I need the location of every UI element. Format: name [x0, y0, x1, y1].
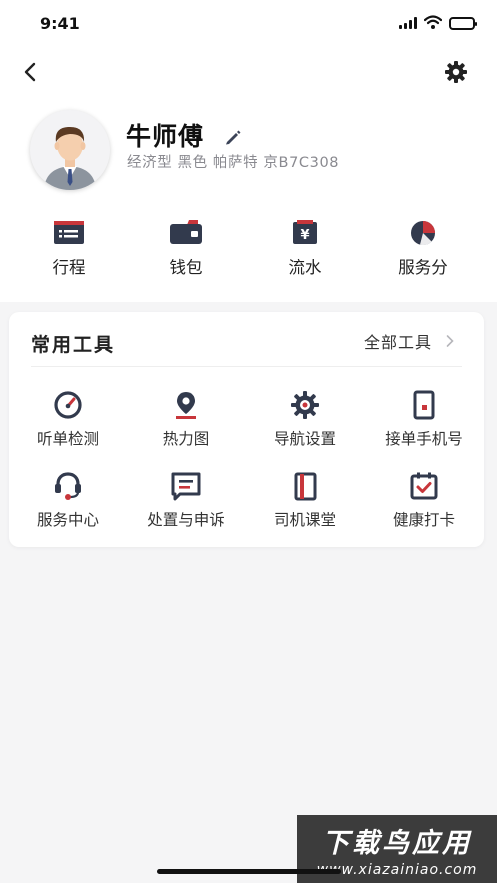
service-score-icon	[406, 218, 440, 246]
quick-action-label: 服务分	[398, 258, 448, 277]
status-time: 9:41	[40, 14, 80, 33]
back-button[interactable]	[14, 56, 46, 88]
tool-label: 处置与申诉	[147, 511, 225, 529]
income-icon: ¥	[288, 218, 322, 246]
quick-action-label: 行程	[52, 258, 86, 277]
book-icon	[289, 470, 321, 502]
tool-driver-class[interactable]: 司机课堂	[246, 470, 364, 530]
pencil-icon	[226, 130, 241, 145]
svg-text:¥: ¥	[300, 228, 309, 243]
tool-label: 健康打卡	[392, 511, 455, 529]
tools-title: 常用工具	[31, 334, 116, 356]
tool-label: 听单检测	[36, 430, 99, 448]
quick-action-wallet[interactable]: 钱包	[141, 218, 231, 282]
tool-listen-check[interactable]: 听单检测	[9, 389, 127, 449]
quick-action-label: 钱包	[169, 258, 203, 277]
tool-label: 服务中心	[36, 511, 99, 529]
tool-health-checkin[interactable]: 健康打卡	[365, 470, 483, 530]
battery-icon	[449, 16, 477, 30]
all-tools-label: 全部工具	[363, 333, 432, 352]
tool-label: 司机课堂	[273, 511, 336, 529]
gear-icon	[445, 61, 467, 83]
tool-service-center[interactable]: 服务中心	[9, 470, 127, 530]
location-pin-icon	[170, 389, 202, 421]
car-info: 经济型 黑色 帕萨特 京B7C308	[127, 155, 340, 171]
tool-disposal-appeal[interactable]: 处置与申诉	[127, 470, 245, 530]
settings-button[interactable]	[440, 56, 472, 88]
nav-gear-icon	[289, 389, 321, 421]
chevron-right-icon	[446, 335, 454, 347]
gauge-icon	[52, 389, 84, 421]
quick-action-label: 流水	[288, 258, 322, 277]
message-icon	[170, 470, 202, 502]
calendar-check-icon	[408, 470, 440, 502]
wallet-icon	[169, 218, 203, 246]
tool-heatmap[interactable]: 热力图	[127, 389, 245, 449]
tools-card: 常用工具 全部工具 听单检测 热力图 导航设置 接单手机号 服务中心 处置与申诉…	[9, 312, 484, 547]
status-icons	[399, 14, 477, 33]
signal-icon	[399, 17, 417, 29]
home-indicator[interactable]	[157, 869, 341, 874]
edit-name-button[interactable]	[224, 128, 242, 146]
tool-order-phone[interactable]: 接单手机号	[365, 389, 483, 449]
phone-icon	[408, 389, 440, 421]
chevron-left-icon	[24, 62, 36, 82]
status-bar: 9:41	[0, 0, 497, 46]
driver-avatar-icon	[44, 126, 96, 190]
quick-action-trips[interactable]: 行程	[24, 218, 114, 282]
quick-actions: 行程 钱包 ¥ 流水 服务分	[0, 218, 497, 282]
all-tools-link[interactable]: 全部工具	[364, 329, 454, 353]
wifi-icon	[423, 14, 443, 33]
tool-nav-settings[interactable]: 导航设置	[246, 389, 364, 449]
tool-label: 热力图	[162, 430, 210, 448]
driver-name: 牛师傅	[126, 122, 205, 151]
quick-action-service-score[interactable]: 服务分	[378, 218, 468, 282]
divider	[31, 366, 462, 367]
watermark-title: 下载鸟应用	[322, 827, 472, 859]
tool-label: 导航设置	[273, 430, 336, 448]
headset-icon	[52, 470, 84, 502]
tool-label: 接单手机号	[385, 430, 463, 448]
trip-icon	[52, 218, 86, 246]
quick-action-income[interactable]: ¥ 流水	[260, 218, 350, 282]
avatar[interactable]	[30, 110, 110, 190]
